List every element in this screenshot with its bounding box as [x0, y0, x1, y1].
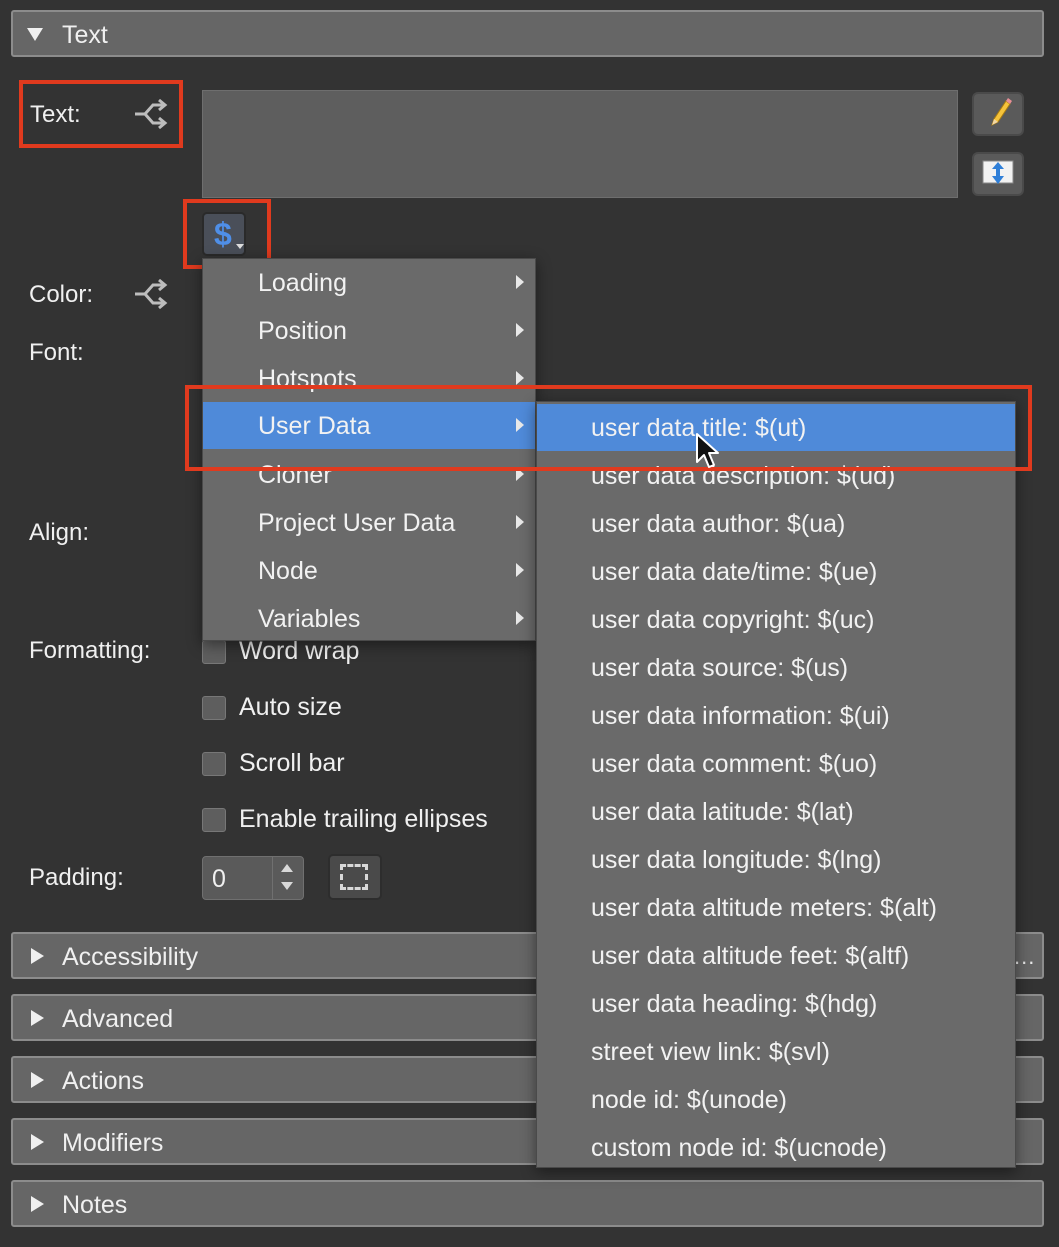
disclosure-collapsed-icon [31, 1072, 44, 1088]
scroll-bar-label: Scroll bar [239, 749, 345, 777]
menu-item-position[interactable]: Position [203, 307, 535, 354]
submenu-item-label: node id: $(unode) [591, 1086, 787, 1114]
pencil-icon [991, 98, 1012, 126]
submenu-item-uo[interactable]: user data comment: $(uo) [537, 740, 1015, 787]
submenu-item-unode[interactable]: node id: $(unode) [537, 1076, 1015, 1123]
submenu-item-label: user data information: $(ui) [591, 702, 890, 730]
section-title: Advanced [62, 1005, 174, 1033]
color-label: Color: [29, 281, 94, 308]
submenu-arrow-icon [516, 371, 524, 385]
submenu-item-hdg[interactable]: user data heading: $(hdg) [537, 980, 1015, 1027]
auto-size-label: Auto size [239, 693, 342, 721]
formatting-label: Formatting: [29, 637, 151, 664]
submenu-arrow-icon [516, 563, 524, 577]
trailing-ellipses-label: Enable trailing ellipses [239, 805, 488, 833]
trailing-ellipses-checkbox[interactable] [202, 808, 226, 832]
disclosure-collapsed-icon [31, 1196, 44, 1212]
menu-item-loading[interactable]: Loading [203, 259, 535, 306]
submenu-item-ue[interactable]: user data date/time: $(ue) [537, 548, 1015, 595]
submenu-item-label: user data longitude: $(lng) [591, 846, 882, 874]
text-input[interactable] [202, 90, 958, 198]
user-data-submenu: user data title: $(ut) user data descrip… [536, 401, 1016, 1168]
menu-item-label: Variables [258, 605, 361, 633]
submenu-item-label: user data altitude feet: $(altf) [591, 942, 910, 970]
word-wrap-checkbox[interactable] [202, 640, 226, 664]
disclosure-collapsed-icon [31, 1010, 44, 1026]
disclosure-expanded-icon [27, 28, 43, 41]
submenu-item-ucnode[interactable]: custom node id: $(ucnode) [537, 1124, 1015, 1171]
submenu-item-lng[interactable]: user data longitude: $(lng) [537, 836, 1015, 883]
align-label: Align: [29, 519, 90, 546]
submenu-arrow-icon [516, 275, 524, 289]
submenu-item-ua[interactable]: user data author: $(ua) [537, 500, 1015, 547]
submenu-item-altf[interactable]: user data altitude feet: $(altf) [537, 932, 1015, 979]
submenu-item-svl[interactable]: street view link: $(svl) [537, 1028, 1015, 1075]
annotation-box-user-data [185, 385, 1032, 471]
submenu-item-label: user data copyright: $(uc) [591, 606, 875, 634]
mouse-cursor-icon [696, 433, 719, 468]
shuffle-icon[interactable] [133, 279, 169, 309]
section-title: Accessibility [62, 943, 199, 971]
menu-item-project-user-data[interactable]: Project User Data [203, 499, 535, 546]
submenu-item-alt[interactable]: user data altitude meters: $(alt) [537, 884, 1015, 931]
disclosure-collapsed-icon [31, 1134, 44, 1150]
auto-size-checkbox[interactable] [202, 696, 226, 720]
submenu-item-label: user data heading: $(hdg) [591, 990, 878, 1018]
section-title: Text [62, 21, 108, 49]
submenu-item-label: user data latitude: $(lat) [591, 798, 854, 826]
submenu-arrow-icon [516, 515, 524, 529]
section-title: Notes [62, 1191, 128, 1219]
edit-text-button[interactable] [972, 92, 1024, 136]
stepper-up-icon[interactable] [281, 864, 293, 872]
menu-item-label: Node [258, 557, 318, 585]
dashed-square-icon [340, 864, 368, 890]
submenu-item-label: user data date/time: $(ue) [591, 558, 878, 586]
stepper-arrows[interactable] [272, 857, 303, 899]
menu-item-variables[interactable]: Variables [203, 595, 535, 642]
menu-item-node[interactable]: Node [203, 547, 535, 594]
section-header-text[interactable]: Text [11, 10, 1044, 57]
section-title: Modifiers [62, 1129, 164, 1157]
menu-item-label: Loading [258, 269, 347, 297]
submenu-item-ui[interactable]: user data information: $(ui) [537, 692, 1015, 739]
expand-vertical-icon [982, 160, 1014, 184]
menu-item-label: Position [258, 317, 347, 345]
submenu-arrow-icon [516, 323, 524, 337]
expand-text-button[interactable] [972, 152, 1024, 196]
submenu-item-label: custom node id: $(ucnode) [591, 1134, 888, 1162]
overflow-indicator: ... [1014, 944, 1036, 969]
padding-label: Padding: [29, 864, 124, 891]
submenu-item-label: user data author: $(ua) [591, 510, 846, 538]
submenu-item-lat[interactable]: user data latitude: $(lat) [537, 788, 1015, 835]
stepper-down-icon[interactable] [281, 882, 293, 890]
scroll-bar-checkbox[interactable] [202, 752, 226, 776]
padding-value[interactable]: 0 [212, 865, 226, 894]
submenu-item-uc[interactable]: user data copyright: $(uc) [537, 596, 1015, 643]
submenu-item-label: street view link: $(svl) [591, 1038, 830, 1066]
font-label: Font: [29, 339, 84, 366]
submenu-item-label: user data comment: $(uo) [591, 750, 878, 778]
submenu-item-us[interactable]: user data source: $(us) [537, 644, 1015, 691]
submenu-item-label: user data altitude meters: $(alt) [591, 894, 937, 922]
padding-edit-button[interactable] [328, 854, 382, 900]
submenu-arrow-icon [516, 611, 524, 625]
submenu-item-label: user data source: $(us) [591, 654, 849, 682]
annotation-box-text-label [19, 80, 183, 148]
disclosure-collapsed-icon [31, 948, 44, 964]
section-title: Actions [62, 1067, 144, 1095]
padding-stepper[interactable]: 0 [202, 856, 304, 900]
section-header-notes[interactable]: Notes [11, 1180, 1044, 1227]
menu-item-label: Project User Data [258, 509, 456, 537]
